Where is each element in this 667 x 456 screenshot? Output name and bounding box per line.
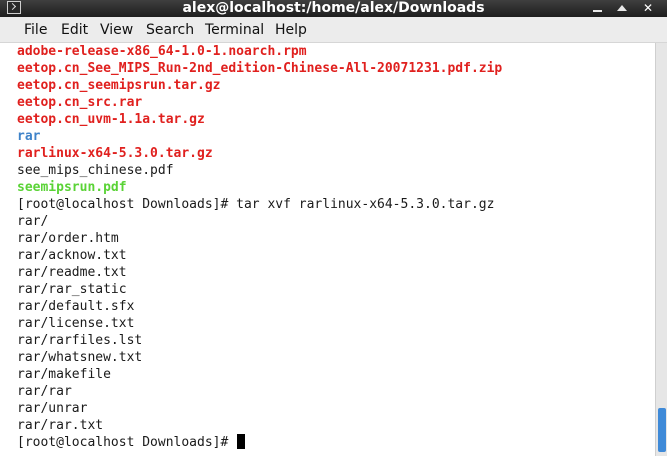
text-cursor (237, 434, 246, 449)
terminal-line: rar/rar_static (17, 282, 127, 297)
window-titlebar: alex@localhost:/home/alex/Downloads ✕ (0, 0, 667, 17)
terminal-line: rar/acknow.txt (17, 248, 127, 263)
menu-edit[interactable]: Edit (61, 21, 88, 39)
terminal-line: rar/makefile (17, 367, 111, 382)
menu-file[interactable]: File (24, 21, 47, 39)
maximize-button[interactable] (614, 1, 630, 15)
menu-view[interactable]: View (100, 21, 133, 39)
terminal-line: rar/rar (17, 384, 72, 399)
terminal-line: eetop.cn_seemipsrun.tar.gz (17, 78, 221, 93)
close-icon: ✕ (642, 1, 654, 15)
terminal-line: rar (17, 129, 41, 144)
menu-search[interactable]: Search (146, 21, 194, 39)
terminal-line: rar/default.sfx (17, 299, 135, 314)
terminal-line: rar/readme.txt (17, 265, 127, 280)
window-title: alex@localhost:/home/alex/Downloads (182, 0, 485, 16)
scrollbar-thumb[interactable] (658, 408, 666, 452)
terminal-line: adobe-release-x86_64-1.0-1.noarch.rpm (17, 44, 307, 59)
terminal-line: rar/unrar (17, 401, 88, 416)
minimize-button[interactable] (589, 1, 605, 15)
terminal-line: rar/license.txt (17, 316, 135, 331)
terminal-line: eetop.cn_src.rar (17, 95, 143, 110)
shell-prompt: [root@localhost Downloads]# (17, 435, 237, 450)
menu-help[interactable]: Help (275, 21, 307, 39)
terminal-output[interactable]: adobe-release-x86_64-1.0-1.noarch.rpm ee… (0, 43, 655, 456)
terminal-line: rar/rar.txt (17, 418, 104, 433)
terminal-line: eetop.cn_uvm-1.1a.tar.gz (17, 112, 205, 127)
terminal-line: seemipsrun.pdf (17, 180, 127, 195)
menu-terminal[interactable]: Terminal (205, 21, 264, 39)
terminal-prompt-line[interactable]: [root@localhost Downloads]# (17, 434, 246, 451)
close-button[interactable]: ✕ (640, 1, 656, 15)
vertical-scrollbar[interactable] (655, 43, 667, 456)
terminal-line: rarlinux-x64-5.3.0.tar.gz (17, 146, 213, 161)
terminal-line: eetop.cn_See_MIPS_Run-2nd_edition-Chines… (17, 61, 503, 76)
terminal-line: [root@localhost Downloads]# tar xvf rarl… (17, 197, 495, 212)
terminal-line: rar/ (17, 214, 49, 229)
terminal-line: rar/rarfiles.lst (17, 333, 143, 348)
menu-bar: File Edit View Search Terminal Help (0, 17, 667, 43)
minimize-icon (592, 10, 602, 12)
terminal-line: rar/order.htm (17, 231, 119, 246)
maximize-icon (617, 5, 627, 11)
terminal-line: see_mips_chinese.pdf (17, 163, 174, 178)
terminal-line: rar/whatsnew.txt (17, 350, 143, 365)
